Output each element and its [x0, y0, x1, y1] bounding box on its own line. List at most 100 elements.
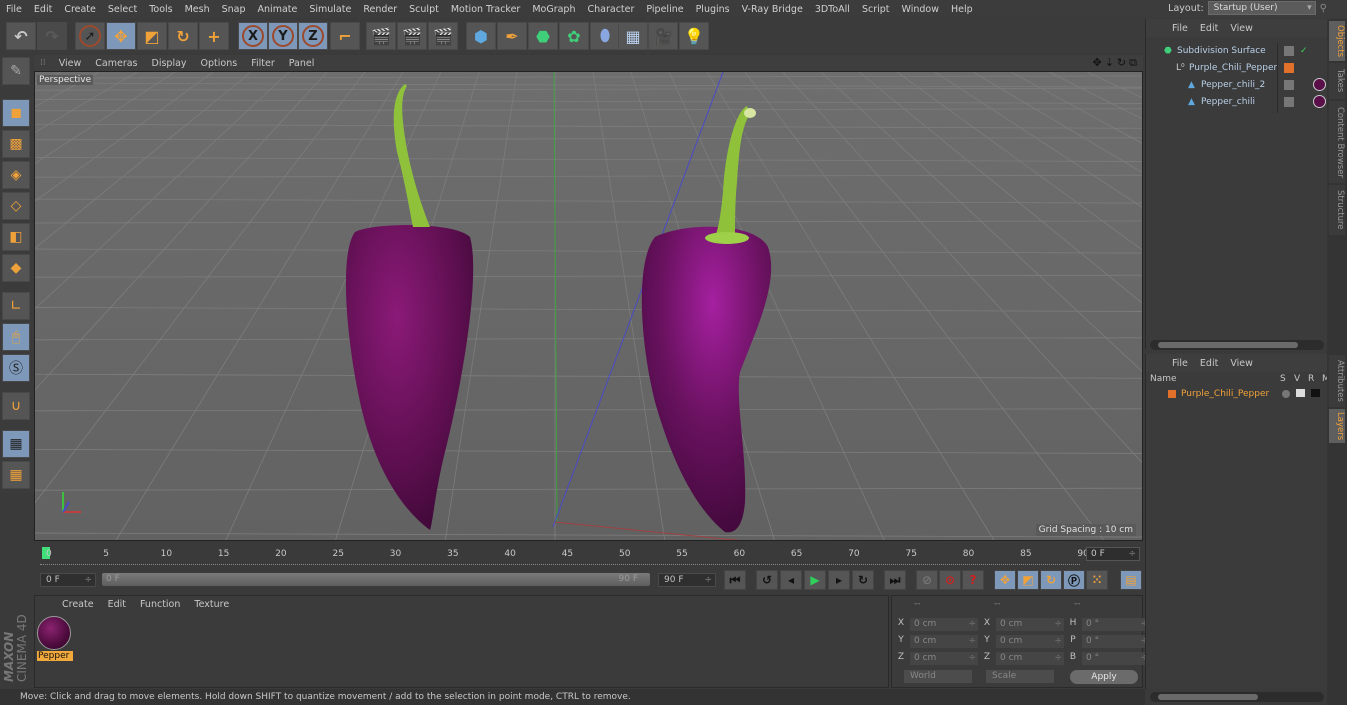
snap-icon[interactable]: ∪ [2, 392, 30, 420]
layer-render-toggle[interactable] [1311, 389, 1320, 397]
floor-icon[interactable]: ▦ [618, 22, 648, 50]
menu-snap[interactable]: Snap [216, 4, 252, 15]
menu-animate[interactable]: Animate [252, 4, 304, 15]
material-menu-texture[interactable]: Texture [187, 599, 236, 610]
workplane-lock-icon[interactable]: ▦ [2, 430, 30, 458]
tweak-mode-icon[interactable]: 🖱 [2, 323, 30, 351]
tab-takes[interactable]: Takes [1329, 63, 1345, 99]
material-pepper[interactable]: Pepper [37, 616, 73, 664]
layer-scrollbar[interactable] [1150, 692, 1324, 702]
undo-icon[interactable]: ↶ [6, 22, 36, 50]
material-menu-create[interactable]: Create [55, 599, 101, 610]
layer-visible-toggle[interactable] [1296, 389, 1305, 397]
coord-field-z-1[interactable]: 0 cm [910, 652, 978, 665]
render-settings-icon[interactable]: 🎬 [428, 22, 458, 50]
3d-viewport[interactable]: Perspective Grid Spacing : 10 cm [34, 71, 1143, 541]
coord-transform-dropdown[interactable]: Scale [986, 670, 1054, 683]
coord-field-x-1[interactable]: 0 cm [910, 618, 978, 631]
menu-3dtoall[interactable]: 3DToAll [809, 4, 856, 15]
dolly-icon[interactable]: ⇣ [1105, 56, 1114, 70]
viewport-menu-cameras[interactable]: Cameras [88, 58, 144, 69]
object-row[interactable]: ▲ Pepper_chili_2 [1146, 77, 1328, 93]
axis-mode-icon[interactable]: ∟ [2, 292, 30, 320]
add-icon[interactable]: + [199, 22, 229, 50]
keyframe-selection-icon[interactable]: ? [962, 570, 984, 590]
frame-range-slider[interactable]: 0 F 90 F [102, 573, 650, 586]
live-selection-icon[interactable]: ➚ [75, 22, 105, 50]
menu-sculpt[interactable]: Sculpt [403, 4, 445, 15]
previous-frame-icon[interactable]: ◂ [780, 570, 802, 590]
solo-icon[interactable]: Ⓢ [2, 354, 30, 382]
go-to-start-icon[interactable]: ⏮ [724, 570, 746, 590]
next-frame-icon[interactable]: ▸ [828, 570, 850, 590]
layout-dropdown[interactable]: Startup (User) [1207, 1, 1316, 15]
rotate-icon[interactable]: ↻ [168, 22, 198, 50]
x-axis-icon[interactable]: X [238, 22, 268, 50]
menu-tools[interactable]: Tools [143, 4, 178, 15]
object-scrollbar[interactable] [1150, 340, 1324, 350]
key-parameter-icon[interactable]: Ⓟ [1063, 570, 1085, 590]
material-menu-function[interactable]: Function [133, 599, 187, 610]
go-to-end-icon[interactable]: ⏭ [884, 570, 906, 590]
tab-structure[interactable]: Structure [1329, 185, 1345, 235]
polygons-mode-icon[interactable]: ◆ [2, 254, 30, 282]
y-axis-icon[interactable]: Y [268, 22, 298, 50]
layer-row[interactable]: Purple_Chili_Pepper [1146, 386, 1327, 402]
viewport-menu-view[interactable]: View [52, 58, 89, 69]
layer-tag[interactable] [1284, 97, 1294, 107]
timeline-ruler[interactable]: 0 5 10 15 20 25 30 35 40 45 50 55 60 65 70 75 80 85 90 0 F… [34, 543, 1143, 567]
apply-button[interactable]: Apply [1070, 670, 1138, 684]
key-pla-icon[interactable]: ⁙ [1086, 570, 1108, 590]
coord-field-h-3[interactable]: 0 ° [1082, 618, 1150, 631]
edges-mode-icon[interactable]: ◧ [2, 223, 30, 251]
cloner-icon[interactable]: ✿ [559, 22, 589, 50]
menu-script[interactable]: Script [856, 4, 896, 15]
object-row[interactable]: L⁰ Purple_Chili_Pepper [1146, 60, 1328, 76]
layer-menu-view[interactable]: View [1224, 358, 1259, 369]
menu-pipeline[interactable]: Pipeline [640, 4, 689, 15]
key-scale-icon[interactable]: ◩ [1017, 570, 1039, 590]
menu-select[interactable]: Select [102, 4, 143, 15]
coord-field-y-1[interactable]: 0 cm [910, 635, 978, 648]
deformer-icon[interactable]: ⬮ [590, 22, 620, 50]
light-icon[interactable]: 💡 [679, 22, 709, 50]
tab-attributes[interactable]: Attributes [1329, 355, 1345, 407]
redo-icon[interactable]: ↷ [37, 22, 67, 50]
maximize-icon[interactable]: ⧉ [1129, 56, 1137, 70]
workplane-icon[interactable]: ◈ [2, 161, 30, 189]
layer-tag[interactable] [1284, 63, 1294, 73]
viewport-menu-options[interactable]: Options [194, 58, 245, 69]
render-picture-viewer-icon[interactable]: 🎬 [397, 22, 427, 50]
layer-tag[interactable] [1284, 46, 1294, 56]
timeline-icon[interactable]: ▤ [1120, 570, 1142, 590]
menu-plugins[interactable]: Plugins [690, 4, 736, 15]
previous-key-icon[interactable]: ↺ [756, 570, 778, 590]
menu-v-ray-bridge[interactable]: V-Ray Bridge [736, 4, 809, 15]
coord-field-y-2[interactable]: 0 cm [996, 635, 1064, 648]
viewport-menu-display[interactable]: Display [145, 58, 194, 69]
menu-simulate[interactable]: Simulate [303, 4, 357, 15]
coord-field-z-2[interactable]: 0 cm [996, 652, 1064, 665]
menu-mesh[interactable]: Mesh [179, 4, 216, 15]
pan-icon[interactable]: ✥ [1092, 56, 1101, 70]
enabled-check-icon[interactable]: ✓ [1300, 43, 1308, 59]
key-position-icon[interactable]: ✥ [994, 570, 1016, 590]
object-menu-edit[interactable]: Edit [1194, 23, 1224, 34]
menu-motion-tracker[interactable]: Motion Tracker [445, 4, 527, 15]
search-icon[interactable]: ⚲ [1320, 3, 1327, 14]
material-tag[interactable] [1313, 95, 1326, 108]
layer-tag[interactable] [1284, 80, 1294, 90]
object-menu-file[interactable]: File [1166, 23, 1194, 34]
camera-icon[interactable]: 🎥 [648, 22, 678, 50]
coord-field-p-3[interactable]: 0 ° [1082, 635, 1150, 648]
coord-field-b-3[interactable]: 0 ° [1082, 652, 1150, 665]
object-row[interactable]: ⬣ Subdivision Surface ✓ [1146, 43, 1328, 59]
play-icon[interactable]: ▶ [804, 570, 826, 590]
subdivision-icon[interactable]: ⬣ [528, 22, 558, 50]
key-rotation-icon[interactable]: ↻ [1040, 570, 1062, 590]
move-icon[interactable]: ✥ [106, 22, 136, 50]
layer-solo-toggle[interactable] [1282, 390, 1290, 398]
model-mode-icon[interactable]: ◼ [2, 99, 30, 127]
menu-mograph[interactable]: MoGraph [526, 4, 581, 15]
start-frame-field[interactable]: 0 F ÷ [40, 573, 96, 587]
